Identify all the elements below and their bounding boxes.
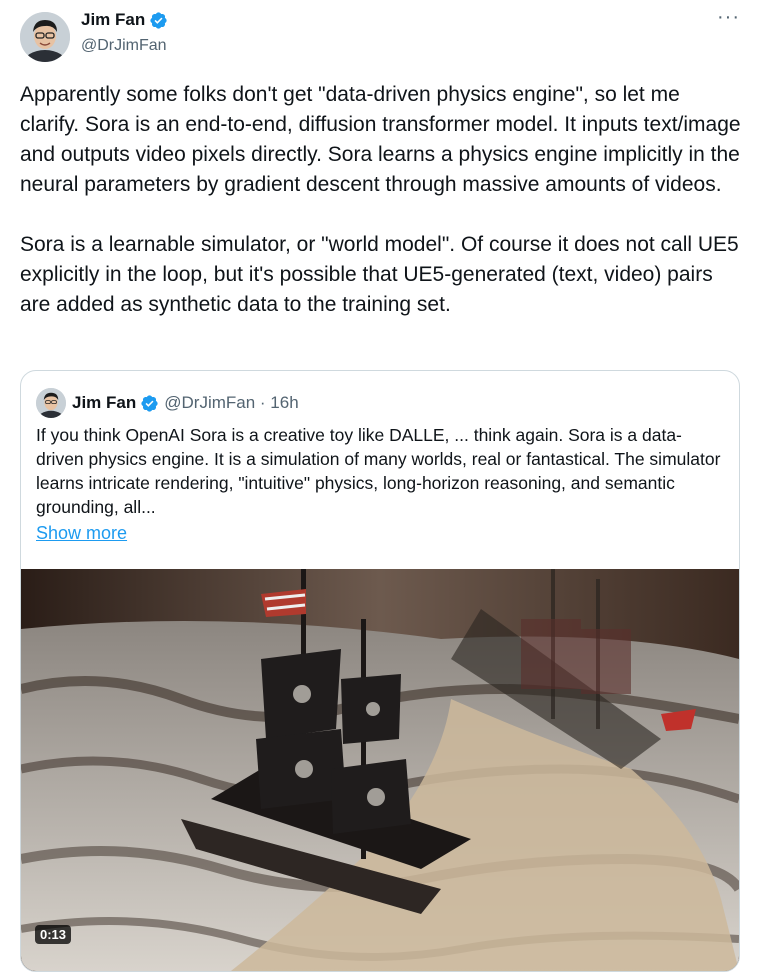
tweet-text: Apparently some folks don't get "data-dr… bbox=[20, 83, 741, 316]
verified-badge-icon bbox=[150, 11, 167, 29]
more-options-button[interactable]: ··· bbox=[717, 6, 740, 29]
quoted-author-name[interactable]: Jim Fan bbox=[72, 393, 136, 413]
quoted-tweet[interactable]: Jim Fan @DrJimFan · 16h If you think Ope… bbox=[20, 370, 740, 972]
video-thumbnail bbox=[21, 569, 739, 971]
author-name[interactable]: Jim Fan bbox=[81, 10, 168, 30]
quoted-handle-time[interactable]: @DrJimFan · 16h bbox=[164, 393, 298, 413]
author-handle[interactable]: @DrJimFan bbox=[81, 37, 167, 55]
author-name-text[interactable]: Jim Fan bbox=[81, 10, 145, 30]
show-more-link[interactable]: Show more bbox=[36, 523, 127, 544]
quoted-video[interactable]: 0:13 bbox=[21, 569, 739, 971]
avatar[interactable] bbox=[20, 12, 70, 62]
more-horizontal-icon: ··· bbox=[717, 6, 740, 28]
verified-badge-icon bbox=[141, 394, 158, 412]
quoted-tweet-header: Jim Fan @DrJimFan · 16h bbox=[36, 388, 299, 418]
quoted-tweet-text: If you think OpenAI Sora is a creative t… bbox=[36, 425, 721, 517]
quoted-avatar[interactable] bbox=[36, 388, 66, 418]
video-duration-badge: 0:13 bbox=[35, 925, 72, 944]
